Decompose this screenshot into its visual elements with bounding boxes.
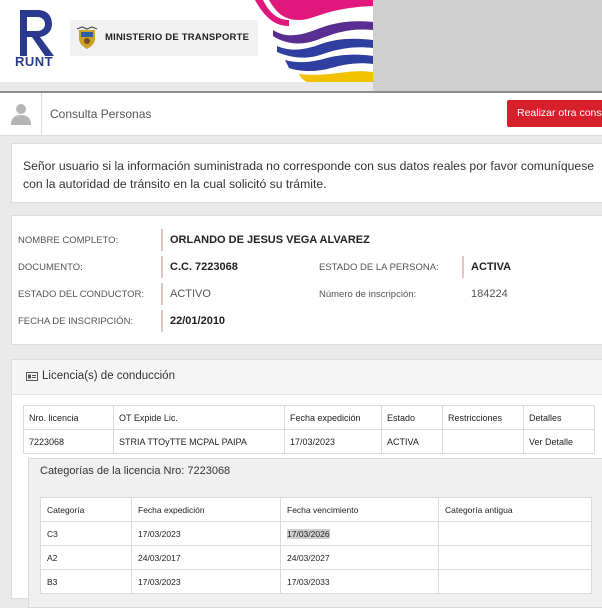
fecha-inscripcion-label: FECHA DE INSCRIPCIÓN:: [18, 316, 134, 327]
licenses-table: Nro. licencia OT Expide Lic. Fecha exped…: [23, 405, 595, 454]
user-icon-box: [0, 93, 42, 135]
col-header: Fecha vencimiento: [280, 497, 439, 522]
documento-value: C.C. 7223068: [161, 256, 238, 278]
header-gray-area: [373, 0, 602, 92]
table-row: 7223068 STRIA TTOyTTE MCPAL PAIPA 17/03/…: [23, 429, 595, 454]
col-header: Fecha expedición: [284, 405, 382, 430]
category-code: C3: [40, 521, 132, 546]
license-status: ACTIVA: [381, 429, 443, 454]
fecha-inscripcion-value: 22/01/2010: [161, 310, 225, 332]
licenses-title: Licencia(s) de conducción: [42, 370, 175, 382]
license-number: 7223068: [23, 429, 114, 454]
user-icon: [11, 104, 31, 125]
inscripcion-num-value: 184224: [471, 288, 508, 300]
notice-text: Señor usuario si la información suminist…: [23, 159, 595, 191]
inscripcion-num-label: Número de inscripción:: [319, 289, 417, 300]
licenses-header[interactable]: Licencia(s) de conducción: [12, 360, 602, 395]
consulta-bar: Consulta Personas Realizar otra consulta: [0, 93, 602, 136]
estado-conductor-value: ACTIVO: [161, 283, 211, 305]
category-expiry-date: 24/03/2027: [280, 545, 439, 570]
person-info-panel: NOMBRE COMPLETO: ORLANDO DE JESUS VEGA A…: [11, 215, 602, 345]
licenses-header-row: Nro. licencia OT Expide Lic. Fecha exped…: [23, 405, 595, 430]
id-card-icon: [26, 372, 38, 381]
nombre-value: ORLANDO DE JESUS VEGA ALVAREZ: [161, 229, 370, 251]
license-restrictions: [442, 429, 524, 454]
page-title: Consulta Personas: [50, 107, 152, 121]
license-issue-date: 17/03/2023: [284, 429, 382, 454]
view-detail-link[interactable]: Ver Detalle: [523, 429, 595, 454]
categories-header-row: Categoría Fecha expedición Fecha vencimi…: [40, 497, 592, 522]
coat-of-arms-icon: [76, 26, 98, 49]
nombre-label: NOMBRE COMPLETO:: [18, 235, 119, 246]
documento-label: DOCUMENTO:: [18, 262, 83, 273]
category-code: A2: [40, 545, 132, 570]
category-old: [438, 545, 592, 570]
col-header: Fecha expedición: [131, 497, 281, 522]
notice-panel: Señor usuario si la información suminist…: [11, 143, 602, 203]
category-expiry-date: 17/03/2033: [280, 569, 439, 594]
col-header: OT Expide Lic.: [113, 405, 285, 430]
selected-text: 17/03/2026: [287, 528, 330, 539]
col-header: Categoría antigua: [438, 497, 592, 522]
estado-persona-value: ACTIVA: [462, 256, 511, 278]
new-query-button[interactable]: Realizar otra consulta: [507, 100, 602, 127]
license-issuer: STRIA TTOyTTE MCPAL PAIPA: [113, 429, 285, 454]
col-header: Restricciones: [442, 405, 524, 430]
category-issue-date: 24/03/2017: [131, 545, 281, 570]
category-old: [438, 521, 592, 546]
runt-logo-text: RUNT: [15, 54, 54, 69]
categories-title: Categorías de la licencia Nro: 7223068: [40, 465, 231, 477]
estado-conductor-label: ESTADO DEL CONDUCTOR:: [18, 289, 144, 300]
category-issue-date: 17/03/2023: [131, 521, 281, 546]
table-row: C3 17/03/2023 17/03/2026: [40, 521, 592, 546]
table-row: A2 24/03/2017 24/03/2027: [40, 545, 592, 570]
category-issue-date: 17/03/2023: [131, 569, 281, 594]
licenses-panel: Licencia(s) de conducción Nro. licencia …: [11, 359, 602, 608]
table-row: B3 17/03/2023 17/03/2033: [40, 569, 592, 594]
decorative-waves: [255, 0, 373, 82]
estado-persona-label: ESTADO DE LA PERSONA:: [319, 262, 439, 273]
categories-panel: Categorías de la licencia Nro: 7223068 C…: [28, 458, 602, 608]
ministry-name: MINISTERIO DE TRANSPORTE: [105, 32, 250, 43]
category-old: [438, 569, 592, 594]
category-code: B3: [40, 569, 132, 594]
col-header: Categoría: [40, 497, 132, 522]
col-header: Nro. licencia: [23, 405, 114, 430]
col-header: Estado: [381, 405, 443, 430]
col-header: Detalles: [523, 405, 595, 430]
categories-table: Categoría Fecha expedición Fecha vencimi…: [40, 497, 592, 594]
category-expiry-date: 17/03/2026: [280, 521, 439, 546]
